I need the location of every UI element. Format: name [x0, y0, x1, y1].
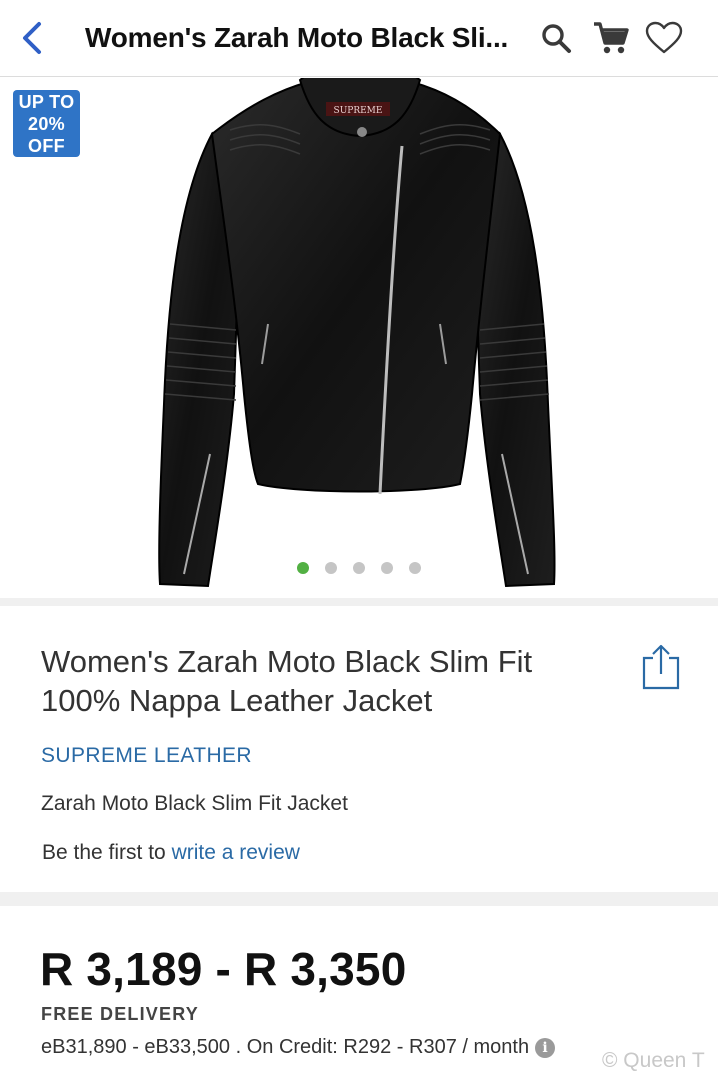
- info-icon[interactable]: i: [535, 1038, 556, 1058]
- credit-info: eB31,890 - eB33,500 . On Credit: R292 - …: [41, 1036, 556, 1059]
- write-review-link[interactable]: write a review: [172, 841, 300, 864]
- search-icon: [542, 24, 571, 53]
- product-title: Women's Zarah Moto Black Slim Fit 100% N…: [41, 644, 533, 718]
- pager-dot-1[interactable]: [297, 562, 309, 574]
- heart-icon: [645, 21, 683, 54]
- pager-dot-4[interactable]: [381, 562, 393, 574]
- search-button[interactable]: [536, 18, 576, 58]
- back-button[interactable]: [14, 18, 50, 58]
- pager-dot-5[interactable]: [409, 562, 421, 574]
- review-prompt: Be the first to write a review: [42, 841, 300, 865]
- product-subtitle: Zarah Moto Black Slim Fit Jacket: [41, 792, 348, 815]
- cart-button[interactable]: [591, 18, 631, 58]
- section-divider: [0, 892, 718, 906]
- top-nav-bar: Women's Zarah Moto Black Sli...: [0, 0, 718, 77]
- share-button[interactable]: [640, 644, 682, 690]
- share-icon: [642, 644, 680, 690]
- page-title: Women's Zarah Moto Black Sli...: [85, 22, 509, 53]
- product-image-gallery[interactable]: UP TO 20% OFF SUPREME: [0, 78, 718, 598]
- section-divider: [0, 598, 718, 606]
- back-icon: [23, 22, 41, 54]
- credit-text: eB31,890 - eB33,500 . On Credit: R292 - …: [41, 1036, 530, 1058]
- pager-dot-3[interactable]: [353, 562, 365, 574]
- badge-line-1: UP TO: [18, 92, 75, 112]
- image-pager: [0, 562, 718, 574]
- badge-line-3: OFF: [28, 136, 65, 156]
- discount-badge: UP TO 20% OFF: [13, 90, 80, 157]
- watermark: © Queen T: [602, 1049, 705, 1072]
- product-details: Women's Zarah Moto Black Slim Fit 100% N…: [0, 606, 718, 892]
- review-prefix: Be the first to: [42, 841, 172, 864]
- pager-dot-2[interactable]: [325, 562, 337, 574]
- wishlist-button[interactable]: [644, 18, 684, 58]
- delivery-info: FREE DELIVERY: [41, 1004, 199, 1024]
- jacket-brand-label: SUPREME: [334, 106, 383, 116]
- cart-icon: [594, 22, 629, 54]
- price-range: R 3,189 - R 3,350: [40, 943, 407, 995]
- product-image-jacket: SUPREME: [158, 78, 556, 588]
- brand-link[interactable]: SUPREME LEATHER: [41, 744, 252, 768]
- badge-line-2: 20%: [28, 114, 65, 134]
